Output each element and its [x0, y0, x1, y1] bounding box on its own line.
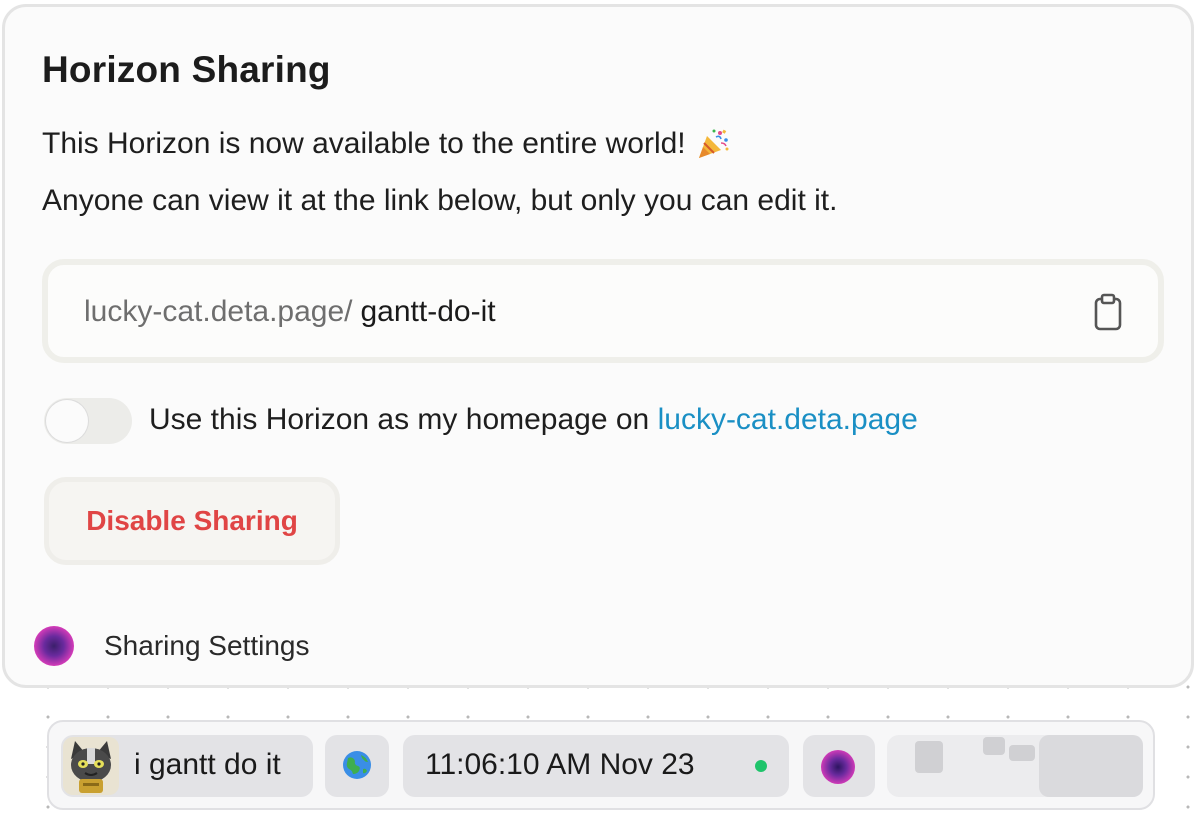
party-popper-icon: [698, 129, 729, 158]
taskbar-window-previews[interactable]: [887, 735, 1143, 797]
window-preview[interactable]: [1039, 735, 1143, 797]
globe-icon: [343, 751, 371, 779]
taskbar-app-button[interactable]: i gantt do it: [61, 735, 313, 797]
horizon-orb-icon: [34, 626, 74, 666]
cat-avatar: [63, 737, 119, 795]
url-slug[interactable]: gantt-do-it: [361, 295, 496, 329]
share-url-field[interactable]: lucky-cat.deta.page/ gantt-do-it: [42, 259, 1164, 363]
clipboard-icon[interactable]: [1090, 293, 1126, 333]
share-url[interactable]: lucky-cat.deta.page/ gantt-do-it: [84, 295, 496, 329]
horizon-orb-icon: [821, 750, 855, 784]
toggle-knob: [46, 400, 88, 442]
taskbar: i gantt do it 11:06:10 AM Nov 23: [47, 720, 1155, 810]
disable-sharing-button[interactable]: Disable Sharing: [44, 477, 340, 565]
taskbar-globe-button[interactable]: [325, 735, 389, 797]
taskbar-clock[interactable]: 11:06:10 AM Nov 23: [403, 735, 789, 797]
homepage-toggle-text: Use this Horizon as my homepage on: [149, 403, 650, 436]
sharing-settings-label: Sharing Settings: [104, 630, 310, 661]
window-preview[interactable]: [1009, 745, 1035, 761]
homepage-domain-link[interactable]: lucky-cat.deta.page: [658, 403, 918, 436]
homepage-toggle[interactable]: [44, 398, 132, 444]
homepage-toggle-label: Use this Horizon as my homepage on lucky…: [149, 403, 918, 437]
taskbar-horizon-button[interactable]: [803, 735, 875, 797]
window-preview[interactable]: [983, 737, 1005, 755]
url-prefix: lucky-cat.deta.page/: [84, 295, 353, 328]
dialog-title: Horizon Sharing: [42, 49, 331, 90]
window-preview[interactable]: [915, 741, 943, 773]
availability-text: This Horizon is now available to the ent…: [42, 127, 686, 160]
permission-message: Anyone can view it at the link below, bu…: [42, 184, 838, 217]
online-status-dot: [755, 760, 767, 772]
availability-message: This Horizon is now available to the ent…: [42, 127, 730, 161]
sharing-panel: Horizon Sharing This Horizon is now avai…: [2, 4, 1194, 688]
taskbar-app-label: i gantt do it: [134, 748, 281, 781]
clock-text: 11:06:10 AM Nov 23: [425, 748, 695, 781]
